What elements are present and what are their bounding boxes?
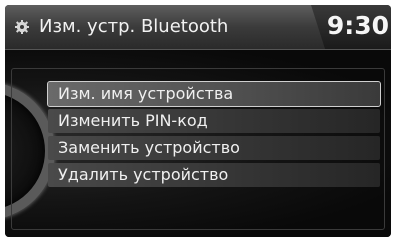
page-title: Изм. устр. Bluetooth	[39, 16, 229, 37]
menu-item-change-pin[interactable]: Изменить PIN-код	[48, 109, 380, 133]
menu-item-delete-device[interactable]: Удалить устройство	[48, 163, 380, 187]
menu-item-change-device-name[interactable]: Изм. имя устройства	[47, 81, 381, 107]
screen: Изм. устр. Bluetooth 9:30 Изм. имя устро…	[5, 5, 391, 237]
clock: 9:30	[326, 11, 389, 40]
gear-icon	[15, 20, 29, 34]
content-area: Изм. имя устройства Изменить PIN-код Зам…	[5, 50, 391, 237]
menu-list: Изм. имя устройства Изменить PIN-код Зам…	[47, 81, 381, 190]
menu-item-replace-device[interactable]: Заменить устройство	[48, 136, 380, 160]
header-bar: Изм. устр. Bluetooth 9:30	[5, 5, 391, 50]
